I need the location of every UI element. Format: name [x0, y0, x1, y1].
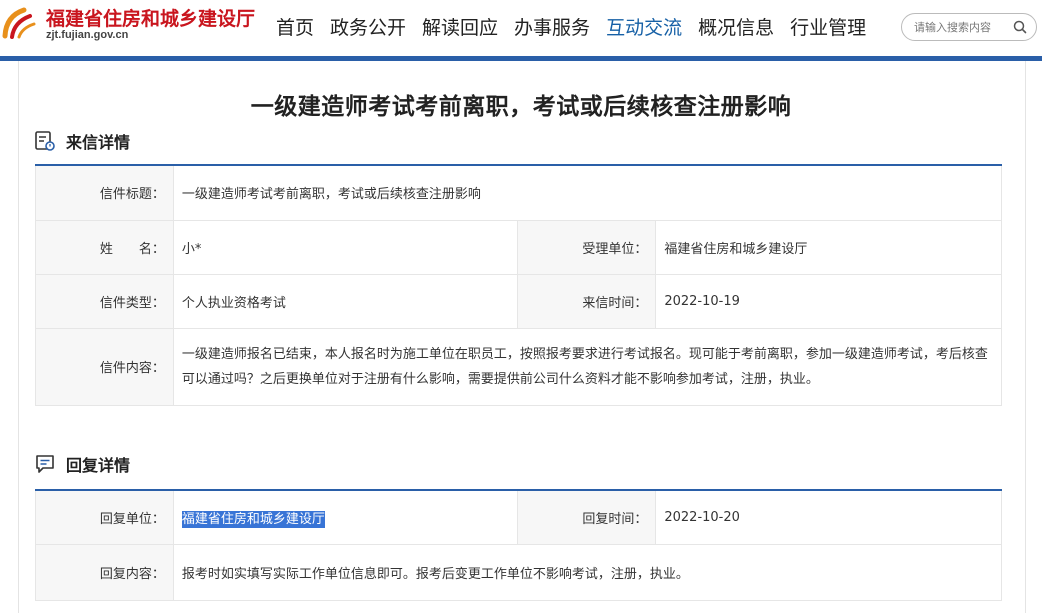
nav-item-interaction[interactable]: 互动交流 [606, 13, 682, 41]
table-row: 信件类型： 个人执业资格考试 来信时间： 2022-10-19 [35, 273, 1002, 329]
nav-item-interpretation[interactable]: 解读回应 [422, 13, 498, 41]
logo-emblem-icon [2, 7, 36, 39]
nav-item-services[interactable]: 办事服务 [514, 13, 590, 41]
table-row: 信件内容： 一级建造师报名已结束，本人报名时为施工单位在职员工，按照报考要求进行… [35, 327, 1003, 406]
reply-unit-cell: 福建省住房和城乡建设厅 [172, 489, 519, 545]
document-icon [35, 131, 55, 151]
type-value: 个人执业资格考试 [172, 273, 519, 329]
reply-section-header: 回复详情 [34, 452, 130, 476]
search-icon[interactable] [1012, 19, 1028, 35]
search-box [901, 13, 1037, 41]
name-label: 姓 名： [35, 219, 174, 275]
table-row: 信件标题： 一级建造师考试考前离职，考试或后续核查注册影响 [35, 164, 1003, 221]
content-value: 一级建造师报名已结束，本人报名时为施工单位在职员工，按照报考要求进行考试报名。现… [172, 327, 1003, 406]
nav-item-home[interactable]: 首页 [276, 13, 314, 41]
reply-content-label: 回复内容： [35, 543, 174, 601]
subject-value: 一级建造师考试考前离职，考试或后续核查注册影响 [172, 164, 1003, 221]
table-row: 回复内容： 报考时如实填写实际工作单位信息即可。报考后变更工作单位不影响考试，注… [35, 543, 1003, 601]
reply-section-title: 回复详情 [66, 456, 131, 475]
search-input[interactable] [914, 19, 1010, 35]
nav-item-gov-affairs[interactable]: 政务公开 [330, 13, 406, 41]
reply-unit-value[interactable]: 福建省住房和城乡建设厅 [181, 510, 325, 528]
letter-details-table: 信件标题： 一级建造师考试考前离职，考试或后续核查注册影响 姓 名： 小* 受理… [35, 164, 1003, 406]
content-label: 信件内容： [35, 327, 174, 406]
reply-unit-label: 回复单位： [35, 489, 174, 545]
table-row: 回复单位： 福建省住房和城乡建设厅 回复时间： 2022-10-20 [35, 489, 1002, 545]
main-nav: 首页 政务公开 解读回应 办事服务 互动交流 概况信息 行业管理 [276, 13, 882, 41]
dept-value: 福建省住房和城乡建设厅 [655, 219, 1002, 275]
logo-url: zjt.fujian.gov.cn [46, 29, 129, 41]
letter-time-value: 2022-10-19 [655, 273, 1002, 329]
table-row: 姓 名： 小* 受理单位： 福建省住房和城乡建设厅 [35, 219, 1002, 275]
site-logo[interactable]: 福建省住房和城乡建设厅 zjt.fujian.gov.cn [0, 0, 255, 52]
name-value: 小* [172, 219, 519, 275]
reply-details-table: 回复单位： 福建省住房和城乡建设厅 回复时间： 2022-10-20 回复内容：… [35, 489, 1003, 601]
letter-section-header: 来信详情 [34, 129, 130, 153]
reply-time-value: 2022-10-20 [655, 489, 1002, 545]
reply-content-value: 报考时如实填写实际工作单位信息即可。报考后变更工作单位不影响考试，注册，执业。 [172, 543, 1003, 601]
logo-title: 福建省住房和城乡建设厅 [46, 8, 256, 30]
subject-label: 信件标题： [35, 164, 174, 221]
chat-icon [36, 455, 54, 473]
nav-item-industry[interactable]: 行业管理 [790, 13, 866, 41]
letter-time-label: 来信时间： [517, 273, 657, 329]
dept-label: 受理单位： [517, 219, 657, 275]
reply-time-label: 回复时间： [517, 489, 657, 545]
nav-item-overview[interactable]: 概况信息 [698, 13, 774, 41]
letter-section-title: 来信详情 [66, 133, 131, 152]
type-label: 信件类型： [35, 273, 174, 329]
site-header: 福建省住房和城乡建设厅 zjt.fujian.gov.cn 首页 政务公开 解读… [0, 0, 1042, 56]
page-title: 一级建造师考试考前离职，考试或后续核查注册影响 [250, 94, 792, 120]
